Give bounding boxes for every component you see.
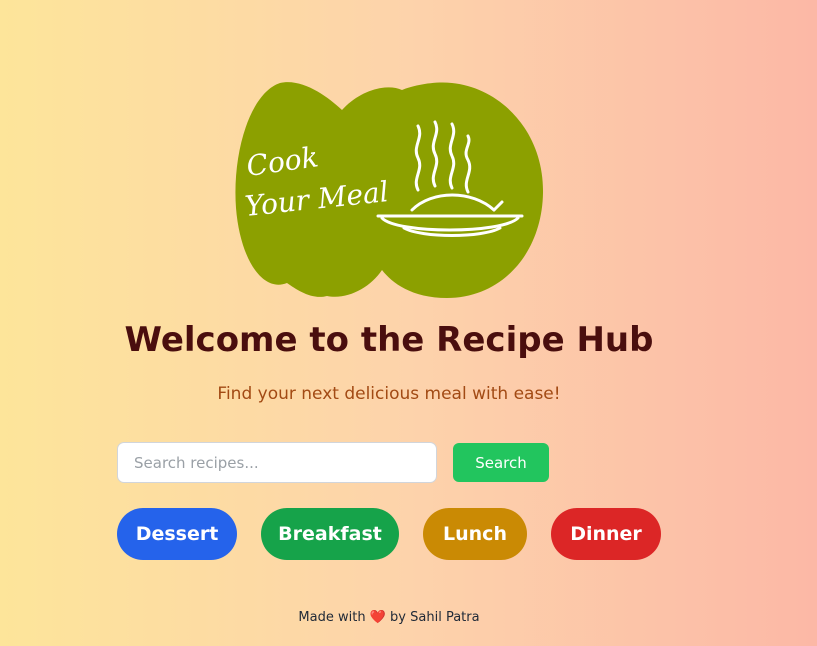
search-input[interactable] (117, 442, 437, 483)
footer: Made with ❤️ by Sahil Patra (0, 610, 778, 625)
search-button[interactable]: Search (453, 443, 549, 482)
category-lunch-button[interactable]: Lunch (423, 508, 527, 560)
category-dinner-button[interactable]: Dinner (551, 508, 661, 560)
cook-your-meal-logo: Cook Your Meal (235, 82, 544, 298)
heart-icon: ❤️ (369, 610, 386, 625)
page-subtitle: Find your next delicious meal with ease! (217, 384, 561, 404)
page-title: Welcome to the Recipe Hub (124, 320, 654, 360)
category-breakfast-button[interactable]: Breakfast (261, 508, 399, 560)
footer-author: by Sahil Patra (390, 610, 480, 625)
category-dessert-button[interactable]: Dessert (117, 508, 237, 560)
footer-prefix: Made with (298, 610, 366, 625)
